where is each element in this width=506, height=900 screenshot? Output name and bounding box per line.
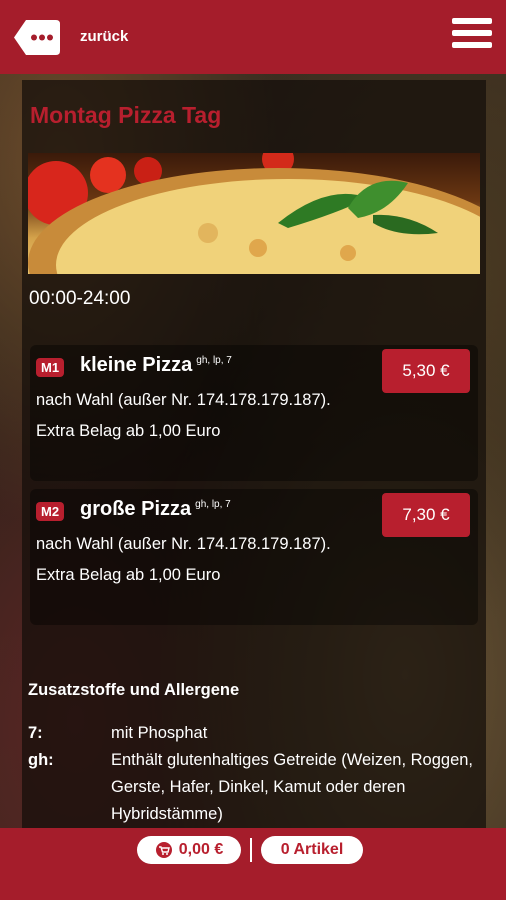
item-name: kleine Pizza gh, lp, 7 bbox=[80, 354, 232, 376]
dots-icon bbox=[14, 20, 60, 55]
item-description: nach Wahl (außer Nr. 174.178.179.187). E… bbox=[36, 391, 331, 440]
item-description: nach Wahl (außer Nr. 174.178.179.187). E… bbox=[36, 535, 331, 584]
allergen-code: gh: bbox=[28, 751, 54, 769]
allergen-text: Enthält glutenhaltiges Getreide (Weizen,… bbox=[111, 751, 474, 823]
hamburger-icon[interactable] bbox=[452, 18, 492, 56]
cart-total: 0,00 € bbox=[178, 841, 224, 858]
item-badge: M2 bbox=[36, 502, 65, 521]
allergen-text: mit Phosphat bbox=[111, 724, 208, 742]
item-allergens: gh, lp, 7 bbox=[196, 355, 232, 367]
allergen-code: 7: bbox=[28, 724, 43, 742]
top-bar: zurück bbox=[0, 0, 506, 74]
divider bbox=[250, 838, 252, 862]
content-panel: Montag Pizza Tag 00:00-24:00 M1 kleine P… bbox=[22, 80, 486, 828]
cart-icon bbox=[155, 842, 172, 858]
pizza-hero-image bbox=[28, 153, 480, 274]
page-title: Montag Pizza Tag bbox=[30, 102, 222, 128]
item-badge: M1 bbox=[36, 358, 65, 377]
price-button[interactable]: 5,30 € bbox=[382, 349, 470, 393]
item-name: große Pizza gh, lp, 7 bbox=[80, 498, 231, 520]
bottom-bar: 0,00 € 0 Artikel bbox=[0, 828, 506, 900]
price-button[interactable]: 7,30 € bbox=[382, 493, 470, 537]
item-count-button[interactable]: 0 Artikel bbox=[261, 836, 363, 864]
menu-item[interactable]: M2 große Pizza gh, lp, 7 nach Wahl (außer… bbox=[30, 489, 478, 625]
cart-button[interactable]: 0,00 € bbox=[137, 836, 241, 864]
back-button[interactable] bbox=[14, 20, 60, 55]
allergen-heading: Zusatzstoffe und Allergene bbox=[28, 681, 240, 699]
back-label[interactable]: zurück bbox=[80, 28, 128, 45]
item-allergens: gh, lp, 7 bbox=[195, 499, 231, 511]
menu-item[interactable]: M1 kleine Pizza gh, lp, 7 nach Wahl (auße… bbox=[30, 345, 478, 481]
opening-hours: 00:00-24:00 bbox=[29, 288, 131, 309]
